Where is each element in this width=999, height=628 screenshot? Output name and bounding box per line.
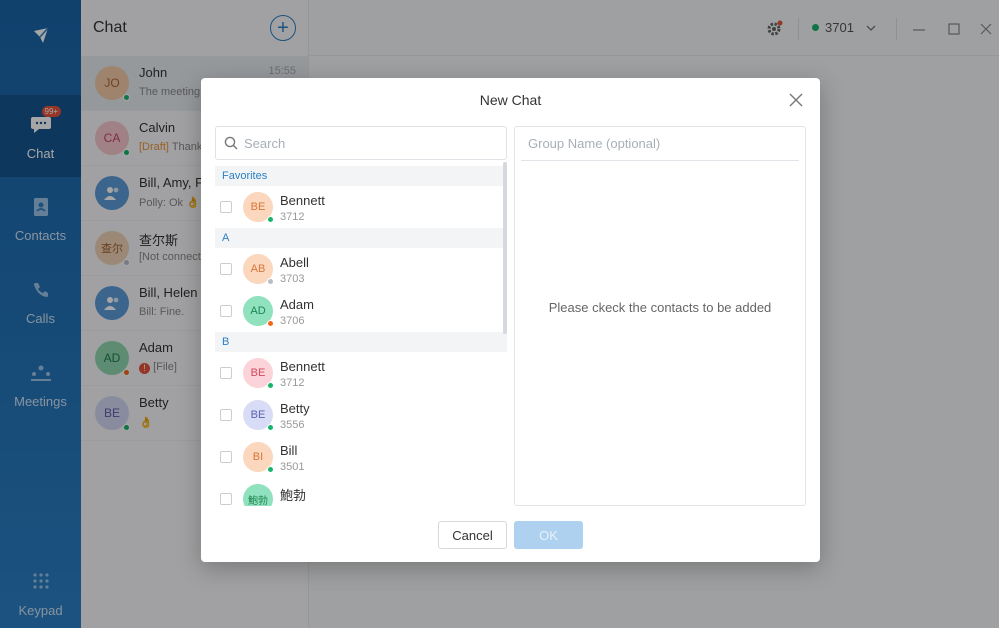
contact-extension: 3712 xyxy=(280,211,305,223)
contact-extension: 3501 xyxy=(280,461,305,473)
contact-checkbox[interactable] xyxy=(220,493,232,505)
contact-extension: 3703 xyxy=(280,273,305,285)
contact-checkbox[interactable] xyxy=(220,305,232,317)
contact-name: Abell xyxy=(280,255,309,270)
contact-checkbox[interactable] xyxy=(220,409,232,421)
close-icon[interactable] xyxy=(788,92,804,108)
contact-extension: 3556 xyxy=(280,419,305,431)
contact-checkbox[interactable] xyxy=(220,451,232,463)
section-header-a: A xyxy=(215,228,507,248)
contact-row[interactable]: BE Bennett 3712 xyxy=(215,352,507,394)
presence-dot xyxy=(267,424,274,431)
search-box xyxy=(215,126,507,160)
cancel-button[interactable]: Cancel xyxy=(438,521,507,549)
presence-dot xyxy=(267,466,274,473)
new-chat-dialog: New Chat Favorites BE Bennett 3712 A AB … xyxy=(201,78,820,562)
presence-dot xyxy=(267,382,274,389)
ok-button[interactable]: OK xyxy=(514,521,583,549)
avatar: 鮑勃 xyxy=(243,484,273,506)
contact-list-scrollbar[interactable] xyxy=(503,162,507,334)
contact-checkbox[interactable] xyxy=(220,263,232,275)
contact-name: Bennett xyxy=(280,359,325,374)
presence-dot xyxy=(267,278,274,285)
contact-checkbox[interactable] xyxy=(220,367,232,379)
empty-selection-hint: Please ckeck the contacts to be added xyxy=(548,300,772,315)
presence-dot xyxy=(267,320,274,327)
contact-row[interactable]: AB Abell 3703 xyxy=(215,248,507,290)
section-header-favorites: Favorites xyxy=(215,166,507,186)
selected-contacts-panel: Please ckeck the contacts to be added xyxy=(514,126,806,506)
contact-checkbox[interactable] xyxy=(220,201,232,213)
avatar: AD xyxy=(243,296,274,327)
contact-name: Betty xyxy=(280,401,310,416)
contact-name: Bennett xyxy=(280,193,325,208)
contact-name: 鮑勃 xyxy=(280,488,307,503)
contact-row[interactable]: BE Bennett 3712 xyxy=(215,186,507,228)
contact-extension: 3706 xyxy=(280,315,305,327)
avatar: BI xyxy=(243,442,274,473)
contact-row[interactable]: 鮑勃 鮑勃 xyxy=(215,478,507,506)
avatar: AB xyxy=(243,254,274,285)
contact-name: Bill xyxy=(280,443,298,458)
group-name-input[interactable] xyxy=(521,127,799,161)
contact-picker: Favorites BE Bennett 3712 A AB Abell 370… xyxy=(215,126,507,506)
avatar: BE xyxy=(243,358,274,389)
contact-row[interactable]: BE Betty 3556 xyxy=(215,394,507,436)
avatar: BE xyxy=(243,400,274,431)
search-input[interactable] xyxy=(244,135,484,151)
contact-extension: 3712 xyxy=(280,377,305,389)
avatar: BE xyxy=(243,192,274,223)
search-icon xyxy=(224,136,238,150)
presence-dot xyxy=(267,216,274,223)
contact-row[interactable]: BI Bill 3501 xyxy=(215,436,507,478)
dialog-title: New Chat xyxy=(479,92,542,108)
contact-name: Adam xyxy=(280,297,314,312)
contact-row[interactable]: AD Adam 3706 xyxy=(215,290,507,332)
section-header-b: B xyxy=(215,332,507,352)
